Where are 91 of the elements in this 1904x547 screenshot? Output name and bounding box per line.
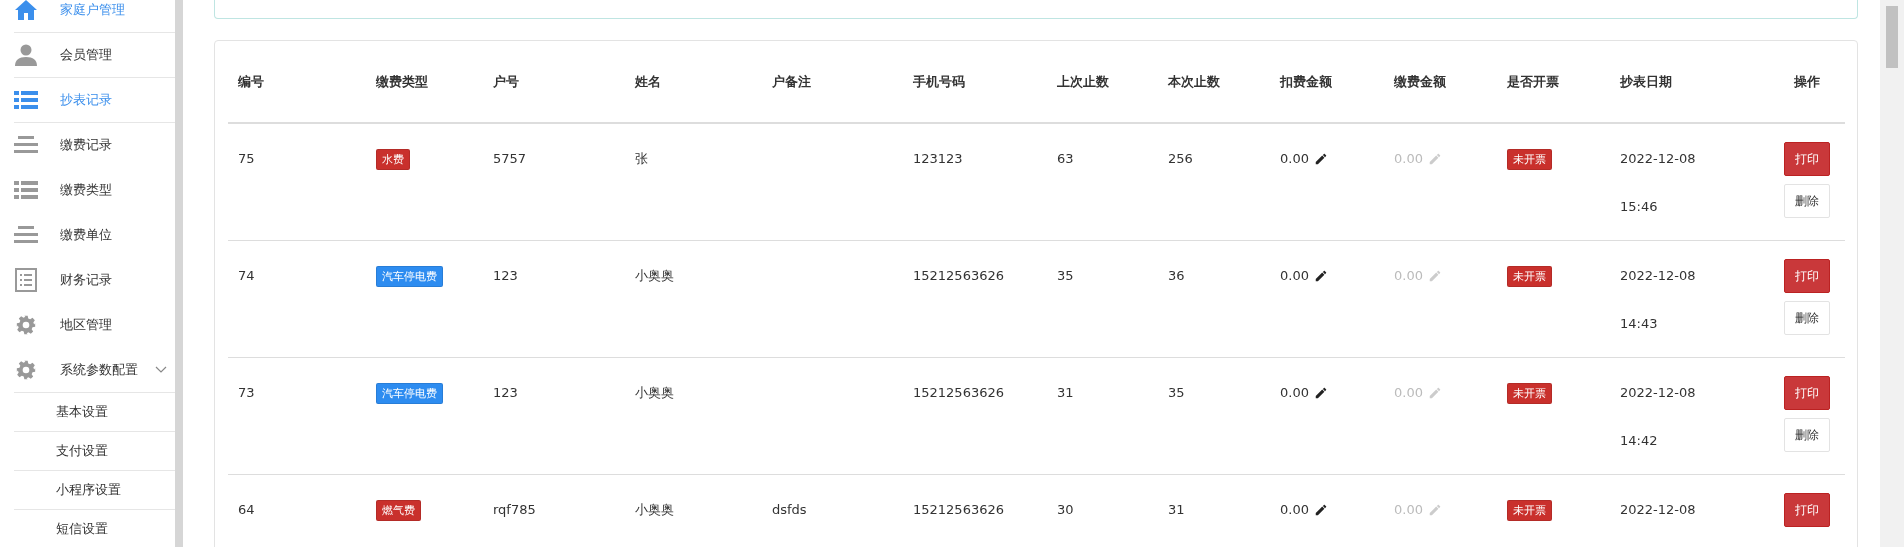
list-icon — [14, 178, 38, 202]
amount-value: 0.00 — [1280, 267, 1309, 285]
pencil-icon[interactable] — [1313, 386, 1328, 400]
table-cell-text: 35 — [1168, 384, 1185, 402]
table-cell-text: 张 — [635, 150, 648, 168]
column-header: 抄表日期 — [1619, 72, 1672, 91]
table-cell-text: 31 — [1057, 384, 1074, 402]
sidebar-scrollbar[interactable] — [175, 0, 183, 547]
table-cell-text: dsfds — [772, 501, 807, 519]
amount-value: 0.00 — [1280, 501, 1309, 519]
invoice-status-tag: 未开票 — [1507, 383, 1552, 404]
pencil-icon[interactable] — [1313, 269, 1328, 283]
date-text: 2022-12-08 — [1620, 501, 1696, 519]
sidebar-item[interactable]: 抄表记录 — [14, 78, 175, 123]
column-header: 操作 — [1793, 72, 1821, 91]
table-cell-text: 75 — [238, 150, 255, 168]
column-header: 户号 — [492, 72, 519, 91]
column-header: 上次止数 — [1056, 72, 1109, 91]
date-text: 2022-12-08 — [1620, 384, 1696, 402]
fee-type-tag: 汽车停电费 — [376, 383, 443, 404]
delete-button[interactable]: 删除 — [1784, 301, 1830, 335]
time-text: 14:43 — [1620, 315, 1658, 333]
column-header: 缴费类型 — [375, 72, 428, 91]
table-cell-text: 5757 — [493, 150, 527, 168]
scrollbar-thumb[interactable] — [1886, 6, 1898, 68]
user-icon — [14, 43, 38, 67]
table-cell-text: 小奥奥 — [635, 267, 674, 285]
fee-type-tag: 汽车停电费 — [376, 266, 443, 287]
sidebar-item[interactable]: 缴费类型 — [14, 168, 175, 213]
amount-value: 0.00 — [1280, 384, 1309, 402]
print-button[interactable]: 打印 — [1784, 376, 1830, 410]
table-cell-text: 15212563626 — [913, 267, 1004, 285]
print-button[interactable]: 打印 — [1784, 142, 1830, 176]
amount-value: 0.00 — [1394, 150, 1423, 168]
date-text: 2022-12-08 — [1620, 150, 1696, 168]
sidebar-item[interactable]: 缴费记录 — [14, 123, 175, 168]
table-cell-text: 63 — [1057, 150, 1074, 168]
column-header: 编号 — [237, 72, 264, 91]
home-icon — [14, 0, 38, 22]
table-cell-text: 30 — [1057, 501, 1074, 519]
delete-button[interactable]: 删除 — [1784, 184, 1830, 218]
list-icon — [14, 88, 38, 112]
time-text: 14:42 — [1620, 432, 1658, 450]
gear-icon — [16, 315, 36, 335]
table-cell-text: 15212563626 — [913, 384, 1004, 402]
table-cell-text: 小奥奥 — [635, 501, 674, 519]
table-cell-text: rqf785 — [493, 501, 536, 519]
time-text: 15:46 — [1620, 198, 1658, 216]
column-header: 姓名 — [634, 72, 661, 91]
chevron-icon[interactable] — [155, 366, 167, 374]
column-header: 是否开票 — [1506, 72, 1559, 91]
invoice-status-tag: 未开票 — [1507, 500, 1552, 521]
table-cell-text: 小奥奥 — [635, 384, 674, 402]
invoice-status-tag: 未开票 — [1507, 266, 1552, 287]
pencil-icon[interactable] — [1313, 152, 1328, 166]
table-cell-text: 35 — [1057, 267, 1074, 285]
table-cell-text: 123 — [493, 384, 518, 402]
fee-type-tag: 水费 — [376, 149, 410, 170]
table-cell-text: 15212563626 — [913, 501, 1004, 519]
table-cell-text: 36 — [1168, 267, 1185, 285]
table-cell-text: 31 — [1168, 501, 1185, 519]
print-button[interactable]: 打印 — [1784, 493, 1830, 527]
sidebar-item[interactable]: 地区管理 — [14, 303, 175, 348]
date-text: 2022-12-08 — [1620, 267, 1696, 285]
fee-type-tag: 燃气费 — [376, 500, 421, 521]
amount-value: 0.00 — [1280, 150, 1309, 168]
table-cell-text: 64 — [238, 501, 255, 519]
delete-button[interactable]: 删除 — [1784, 418, 1830, 452]
column-header: 手机号码 — [912, 72, 965, 91]
column-header: 缴费金额 — [1393, 72, 1446, 91]
sidebar-item[interactable]: 家庭户管理 — [14, 0, 175, 33]
print-button[interactable]: 打印 — [1784, 259, 1830, 293]
amount-value: 0.00 — [1394, 384, 1423, 402]
pencil-icon[interactable] — [1313, 503, 1328, 517]
table-cell-text: 123123 — [913, 150, 963, 168]
sidebar-item[interactable]: 缴费单位 — [14, 213, 175, 258]
column-header: 本次止数 — [1167, 72, 1220, 91]
table-cell-text: 256 — [1168, 150, 1193, 168]
table-cell-text: 123 — [493, 267, 518, 285]
column-header: 扣费金额 — [1278, 72, 1332, 91]
table-cell-text: 73 — [238, 384, 255, 402]
amount-value: 0.00 — [1394, 501, 1423, 519]
page-scrollbar[interactable] — [1880, 0, 1904, 547]
amount-value: 0.00 — [1394, 267, 1423, 285]
form-icon — [14, 268, 38, 292]
sidebar-item[interactable]: 会员管理 — [14, 33, 175, 78]
sidebar-item[interactable]: 财务记录 — [14, 258, 175, 303]
column-header: 户备注 — [771, 72, 811, 91]
table-cell-text: 74 — [238, 267, 255, 285]
invoice-status-tag: 未开票 — [1507, 149, 1552, 170]
gear-icon — [16, 360, 36, 380]
